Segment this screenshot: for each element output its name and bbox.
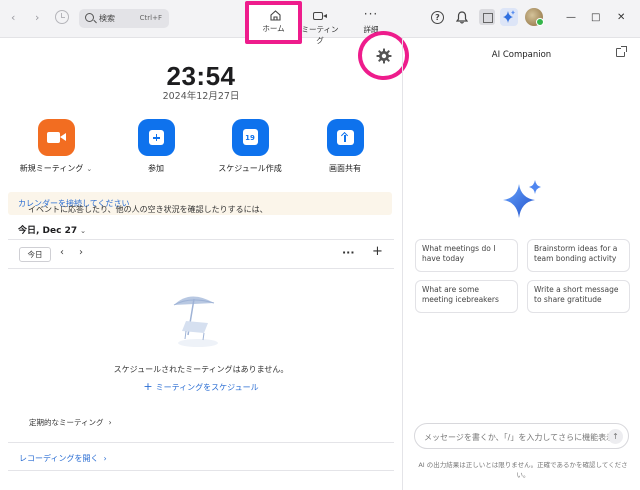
chevron-right-icon: › bbox=[103, 454, 107, 463]
schedule-action[interactable]: 19 スケジュール作成 bbox=[210, 119, 290, 174]
calendar-notice: イベントに応答したり、他の人の空き状況を確認したりするには、 カレンダーを接続して… bbox=[8, 192, 392, 215]
add-icon[interactable]: + bbox=[372, 244, 383, 259]
share-screen-label: 画面共有 bbox=[329, 164, 361, 173]
join-action[interactable]: 参加 bbox=[116, 119, 196, 174]
share-screen-action[interactable]: 画面共有 bbox=[305, 119, 385, 174]
join-label: 参加 bbox=[148, 164, 164, 173]
history-icon[interactable] bbox=[55, 10, 69, 24]
prev-day-icon[interactable]: ‹ bbox=[60, 247, 64, 258]
home-pane: 23:54 2024年12月27日 新規ミーティング ⌄ 参加 19 スケジュール… bbox=[0, 38, 402, 490]
back-arrow-icon[interactable]: ‹ bbox=[11, 11, 15, 24]
pane-divider bbox=[402, 38, 403, 490]
ai-input-placeholder: メッセージを書くか、「/」を入力してさらに機能表示 bbox=[424, 433, 615, 442]
schedule-button[interactable]: 19 bbox=[231, 119, 269, 156]
calendar-icon: 19 bbox=[242, 129, 258, 145]
send-arrow-icon[interactable]: ↑ bbox=[608, 429, 623, 444]
minimize-button[interactable]: — bbox=[566, 12, 576, 23]
divider bbox=[8, 239, 394, 240]
plus-icon bbox=[148, 130, 164, 145]
suggestion-card[interactable]: What are some meeting icebreakers bbox=[415, 280, 518, 313]
home-icon bbox=[270, 10, 281, 21]
more-options-icon[interactable]: ··· bbox=[342, 246, 355, 259]
new-meeting-label: 新規ミーティング bbox=[19, 164, 84, 173]
open-recordings-link[interactable]: レコーディングを開く › bbox=[19, 453, 107, 464]
bell-icon[interactable] bbox=[456, 11, 468, 24]
ai-companion-title: AI Companion bbox=[491, 50, 552, 60]
empty-calendar-illustration bbox=[173, 296, 218, 347]
apps-icon[interactable] bbox=[479, 9, 495, 25]
join-button[interactable] bbox=[137, 119, 175, 156]
search-box[interactable]: 検索 Ctrl+F bbox=[79, 9, 169, 28]
suggestion-card[interactable]: Brainstorm ideas for a team bonding acti… bbox=[527, 239, 630, 272]
avatar[interactable] bbox=[525, 8, 544, 26]
notice-text: イベントに応答したり、他の人の空き状況を確認したりするには、 bbox=[28, 205, 268, 214]
sparkle-icon bbox=[503, 10, 515, 23]
search-icon bbox=[85, 13, 94, 22]
title-bar: ‹ › 検索 Ctrl+F ミーティング ··· 詳細 ? — □ ✕ bbox=[0, 0, 640, 45]
ai-message-input[interactable]: メッセージを書くか、「/」を入力してさらに機能表示 ↑ bbox=[414, 423, 629, 449]
divider bbox=[8, 470, 394, 471]
schedule-meeting-link[interactable]: + ミーティングをスケジュール bbox=[0, 380, 402, 393]
new-meeting-action[interactable]: 新規ミーティング ⌄ bbox=[16, 119, 96, 174]
chevron-down-icon[interactable]: ⌄ bbox=[86, 165, 92, 173]
forward-arrow-icon[interactable]: › bbox=[35, 11, 39, 24]
tab-meetings[interactable]: ミーティング bbox=[298, 4, 342, 45]
ai-sparkle-icon bbox=[503, 180, 541, 218]
today-button[interactable]: 今日 bbox=[19, 247, 51, 262]
next-day-icon[interactable]: › bbox=[79, 247, 83, 258]
chevron-down-icon: ⌄ bbox=[80, 227, 86, 235]
empty-state-text: スケジュールされたミーティングはありません。 bbox=[113, 365, 289, 374]
video-icon bbox=[313, 12, 327, 20]
ai-disclaimer: AI の出力結果は正しいとは限りません。正確であるかを確認してください。 bbox=[418, 461, 628, 479]
search-shortcut: Ctrl+F bbox=[139, 14, 162, 22]
recurring-meetings-link[interactable]: 定期的なミーティング › bbox=[29, 417, 112, 428]
help-icon[interactable]: ? bbox=[431, 11, 444, 24]
suggestion-card[interactable]: Write a short message to share gratitude bbox=[527, 280, 630, 313]
video-camera-icon bbox=[46, 132, 66, 143]
search-label: 検索 bbox=[99, 14, 115, 23]
clock-date: 2024年12月27日 bbox=[162, 91, 240, 102]
tab-home-label: ホーム bbox=[262, 24, 285, 33]
plus-icon: + bbox=[143, 380, 153, 393]
open-external-icon[interactable] bbox=[616, 46, 627, 57]
gear-icon bbox=[376, 48, 392, 64]
maximize-button[interactable]: □ bbox=[591, 12, 600, 23]
divider bbox=[8, 268, 394, 269]
new-meeting-button[interactable] bbox=[37, 119, 75, 156]
suggestion-card[interactable]: What meetings do I have today bbox=[415, 239, 518, 272]
schedule-label: スケジュール作成 bbox=[218, 164, 282, 173]
more-icon: ··· bbox=[363, 7, 379, 21]
close-button[interactable]: ✕ bbox=[617, 12, 625, 23]
today-header[interactable]: 今日, Dec 27 ⌄ bbox=[18, 223, 86, 236]
share-screen-button[interactable] bbox=[326, 119, 364, 156]
ai-companion-button[interactable] bbox=[500, 8, 518, 26]
chevron-right-icon: › bbox=[108, 418, 112, 427]
divider bbox=[8, 442, 394, 443]
share-arrow-icon bbox=[336, 130, 354, 145]
